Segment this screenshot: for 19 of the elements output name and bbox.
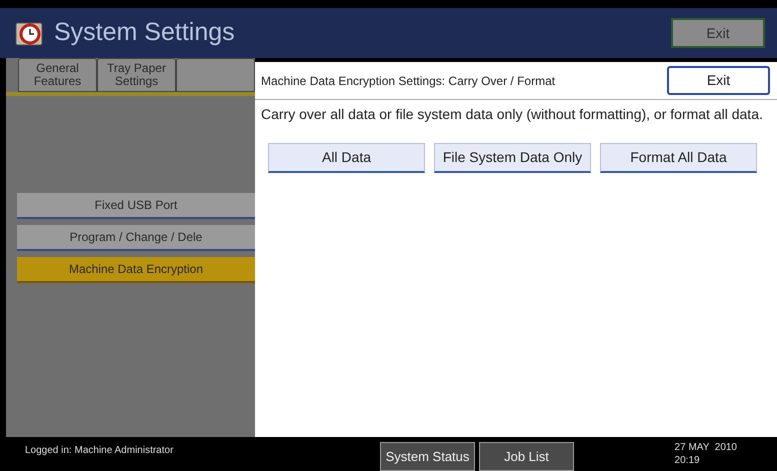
dialog-title: Machine Data Encryption Settings: Carry Over / Format — [261, 72, 556, 90]
exit-button[interactable]: Exit — [671, 18, 765, 48]
menu-item[interactable]: Fixed USB Port — [17, 193, 255, 219]
dialog-message: Carry over all data or file system data only (without formatting), or format all data. — [260, 105, 764, 124]
status-bar-button[interactable]: System Status — [380, 442, 475, 471]
login-text: Logged in: Machine Administrator — [24, 444, 174, 458]
option-button[interactable]: All Data — [268, 143, 425, 173]
tab[interactable] — [176, 58, 255, 92]
tab[interactable]: General Features — [18, 58, 97, 92]
menu-item[interactable]: Program / Change / Dele — [17, 225, 255, 251]
tab[interactable]: Tray Paper Settings — [97, 58, 176, 92]
header-title: System Settings — [54, 17, 235, 48]
dialog-exit-button[interactable]: Exit — [667, 66, 770, 95]
option-button[interactable]: Format All Data — [600, 143, 757, 173]
option-button[interactable]: File System Data Only — [434, 143, 591, 173]
date-text: 27 MAY 2010 — [674, 441, 737, 454]
time-text: 20:19 — [674, 454, 701, 467]
status-bar-button[interactable]: Job List — [479, 442, 574, 471]
menu-item[interactable]: Machine Data Encryption — [17, 257, 255, 283]
